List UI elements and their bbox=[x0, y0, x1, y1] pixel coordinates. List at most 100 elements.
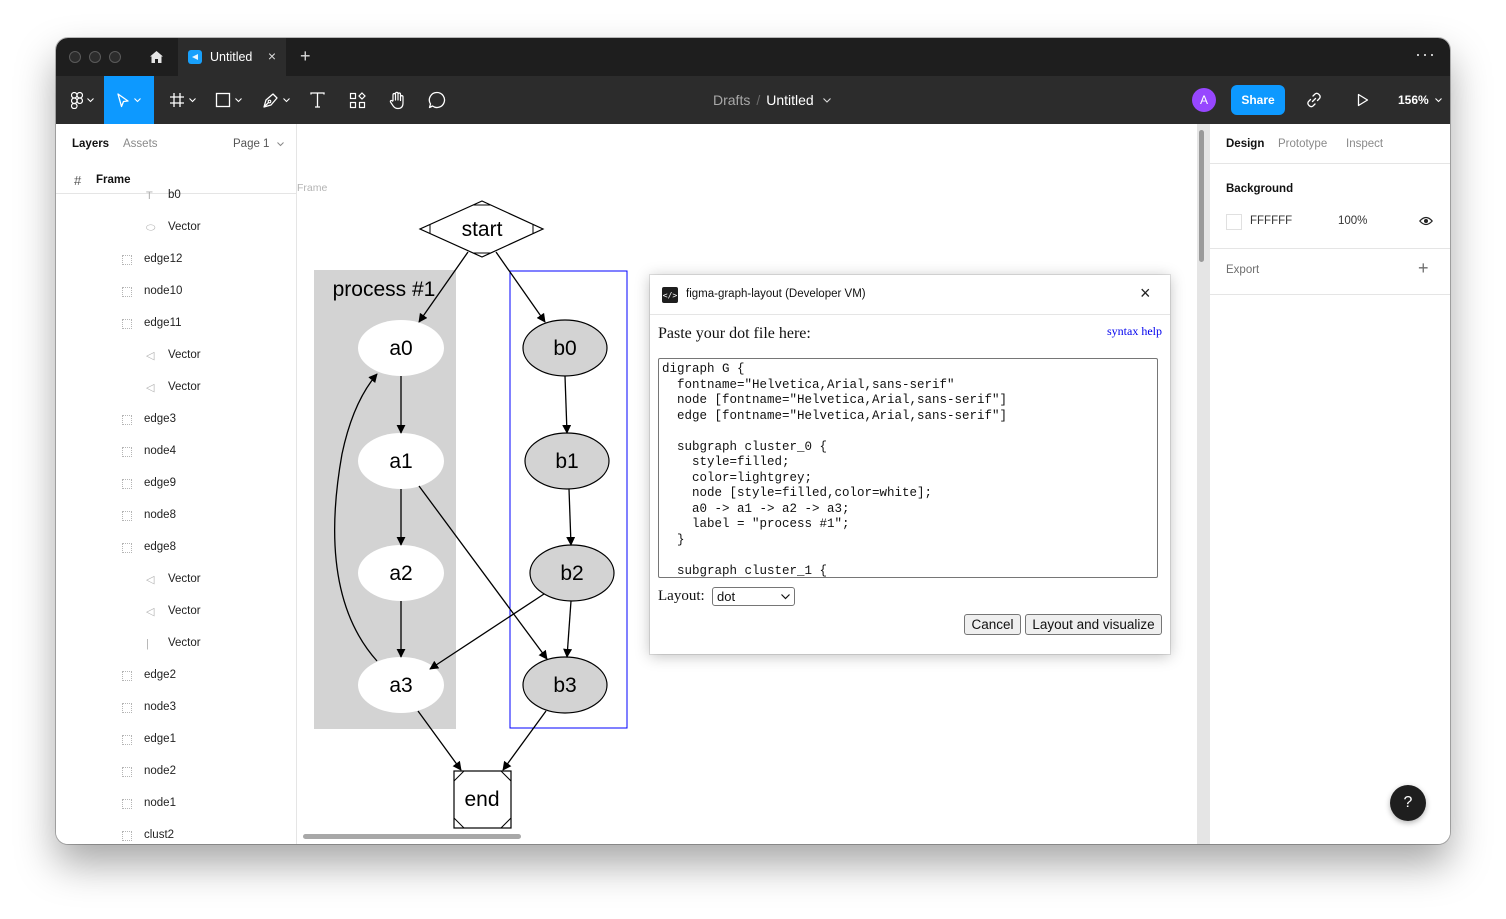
layer-row[interactable]: ⬭ Vector bbox=[56, 212, 296, 244]
layer-name: node10 bbox=[144, 285, 183, 297]
group-icon bbox=[122, 511, 132, 521]
pen-tool-button[interactable] bbox=[256, 76, 296, 124]
breadcrumb-drafts[interactable]: Drafts bbox=[713, 92, 750, 108]
layout-select[interactable]: dot bbox=[712, 587, 795, 606]
minimize-window-button[interactable] bbox=[89, 51, 101, 63]
page-selector[interactable]: Page 1 bbox=[233, 138, 284, 150]
resources-tool-button[interactable] bbox=[344, 76, 370, 124]
comment-tool-button[interactable] bbox=[424, 76, 450, 124]
node-b2-label: b2 bbox=[560, 562, 583, 585]
hand-icon bbox=[389, 91, 404, 109]
zoom-dropdown[interactable]: 156% bbox=[1398, 76, 1442, 124]
layer-name: Vector bbox=[168, 221, 201, 233]
share-button[interactable]: Share bbox=[1231, 85, 1285, 115]
add-export-button[interactable]: + bbox=[1418, 258, 1429, 279]
file-name[interactable]: Untitled bbox=[766, 92, 813, 108]
layout-select-value: dot bbox=[717, 589, 736, 604]
frame-tool-button[interactable] bbox=[162, 76, 202, 124]
node-b1-label: b1 bbox=[555, 450, 578, 473]
line-icon: | bbox=[146, 638, 149, 650]
background-opacity-input[interactable]: 100% bbox=[1338, 215, 1367, 227]
new-tab-button[interactable]: + bbox=[300, 46, 311, 67]
layer-name: Vector bbox=[168, 349, 201, 361]
edge-b2-b3[interactable] bbox=[563, 600, 573, 658]
tab-title: Untitled bbox=[210, 50, 253, 64]
group-icon bbox=[122, 671, 132, 681]
layer-row[interactable]: ◁ Vector bbox=[56, 596, 296, 628]
plugin-title: figma-graph-layout (Developer VM) bbox=[686, 288, 866, 300]
tab-assets[interactable]: Assets bbox=[123, 138, 158, 150]
layer-row[interactable]: edge12 bbox=[56, 244, 296, 276]
avatar[interactable]: A bbox=[1192, 88, 1216, 112]
edge-b1-b2[interactable] bbox=[566, 488, 576, 546]
divider bbox=[1210, 248, 1450, 249]
syntax-help-link[interactable]: syntax help bbox=[1107, 324, 1162, 339]
move-tool-button[interactable] bbox=[104, 76, 154, 124]
layer-row[interactable]: node10 bbox=[56, 276, 296, 308]
dot-source-textarea[interactable]: digraph G { fontname="Helvetica,Arial,sa… bbox=[658, 358, 1158, 578]
layer-row[interactable]: | Vector bbox=[56, 628, 296, 660]
chevron-down-icon[interactable] bbox=[822, 97, 831, 103]
layer-name: Vector bbox=[168, 381, 201, 393]
layer-row[interactable]: node8 bbox=[56, 500, 296, 532]
close-window-button[interactable] bbox=[69, 51, 81, 63]
edge-b3-end[interactable] bbox=[502, 710, 547, 771]
shape-tool-button[interactable] bbox=[208, 76, 248, 124]
layer-name: edge12 bbox=[144, 253, 183, 265]
chevron-down-icon bbox=[234, 97, 242, 102]
present-button[interactable] bbox=[1351, 76, 1375, 124]
tab-layers[interactable]: Layers bbox=[72, 138, 109, 150]
zoom-window-button[interactable] bbox=[109, 51, 121, 63]
tab-design[interactable]: Design bbox=[1226, 138, 1264, 150]
plugin-code-icon: </> bbox=[662, 287, 678, 303]
layer-row[interactable]: node2 bbox=[56, 756, 296, 788]
layer-row[interactable]: ◁ Vector bbox=[56, 340, 296, 372]
home-button[interactable] bbox=[136, 38, 176, 76]
background-hex-input[interactable]: FFFFFF bbox=[1250, 215, 1292, 227]
edge-b0-b1[interactable] bbox=[562, 375, 572, 434]
tab-inspect[interactable]: Inspect bbox=[1346, 138, 1383, 150]
layer-row[interactable]: Tb0 bbox=[56, 180, 296, 212]
layout-visualize-button[interactable]: Layout and visualize bbox=[1025, 614, 1162, 635]
copy-link-button[interactable] bbox=[1302, 76, 1326, 124]
components-icon bbox=[349, 91, 366, 108]
paste-label: Paste your dot file here: bbox=[658, 325, 811, 342]
group-icon bbox=[122, 703, 132, 713]
divider bbox=[1210, 294, 1450, 295]
tab-close-icon[interactable]: × bbox=[268, 49, 276, 63]
canvas-horizontal-scrollbar[interactable] bbox=[303, 834, 521, 839]
layer-row[interactable]: node3 bbox=[56, 692, 296, 724]
layer-name: edge8 bbox=[144, 541, 176, 553]
tab-prototype[interactable]: Prototype bbox=[1278, 138, 1327, 150]
visibility-toggle[interactable] bbox=[1418, 213, 1434, 231]
group-icon bbox=[122, 255, 132, 265]
layer-row[interactable]: ◁ Vector bbox=[56, 372, 296, 404]
file-tab[interactable]: Untitled × bbox=[178, 38, 286, 76]
layer-row[interactable]: edge8 bbox=[56, 532, 296, 564]
layer-row[interactable]: edge3 bbox=[56, 404, 296, 436]
text-tool-button[interactable] bbox=[304, 76, 330, 124]
chevron-down-icon bbox=[86, 97, 94, 102]
layer-row[interactable]: edge1 bbox=[56, 724, 296, 756]
layer-row[interactable]: ◁ Vector bbox=[56, 564, 296, 596]
layer-name: node1 bbox=[144, 797, 176, 809]
layer-row[interactable]: node4 bbox=[56, 436, 296, 468]
layer-row[interactable]: clust2 bbox=[56, 820, 296, 844]
help-button[interactable]: ? bbox=[1390, 785, 1426, 821]
layer-row[interactable]: node1 bbox=[56, 788, 296, 820]
chevron-down-icon bbox=[1434, 97, 1442, 102]
layer-row[interactable]: edge9 bbox=[56, 468, 296, 500]
edge-start-b0[interactable] bbox=[495, 251, 546, 323]
hand-tool-button[interactable] bbox=[384, 76, 410, 124]
cancel-button[interactable]: Cancel bbox=[964, 614, 1021, 635]
layer-row[interactable]: edge11 bbox=[56, 308, 296, 340]
layer-row[interactable]: edge2 bbox=[56, 660, 296, 692]
plugin-close-button[interactable]: × bbox=[1140, 284, 1151, 302]
canvas-vertical-scrollbar[interactable] bbox=[1199, 130, 1204, 262]
plugin-header[interactable]: </> figma-graph-layout (Developer VM) × bbox=[650, 275, 1170, 315]
ellipse-icon: ⬭ bbox=[146, 222, 156, 234]
background-color-swatch[interactable] bbox=[1226, 214, 1242, 230]
more-options-button[interactable]: ··· bbox=[1415, 44, 1436, 65]
play-icon bbox=[1357, 93, 1369, 107]
main-menu-button[interactable] bbox=[62, 76, 102, 124]
